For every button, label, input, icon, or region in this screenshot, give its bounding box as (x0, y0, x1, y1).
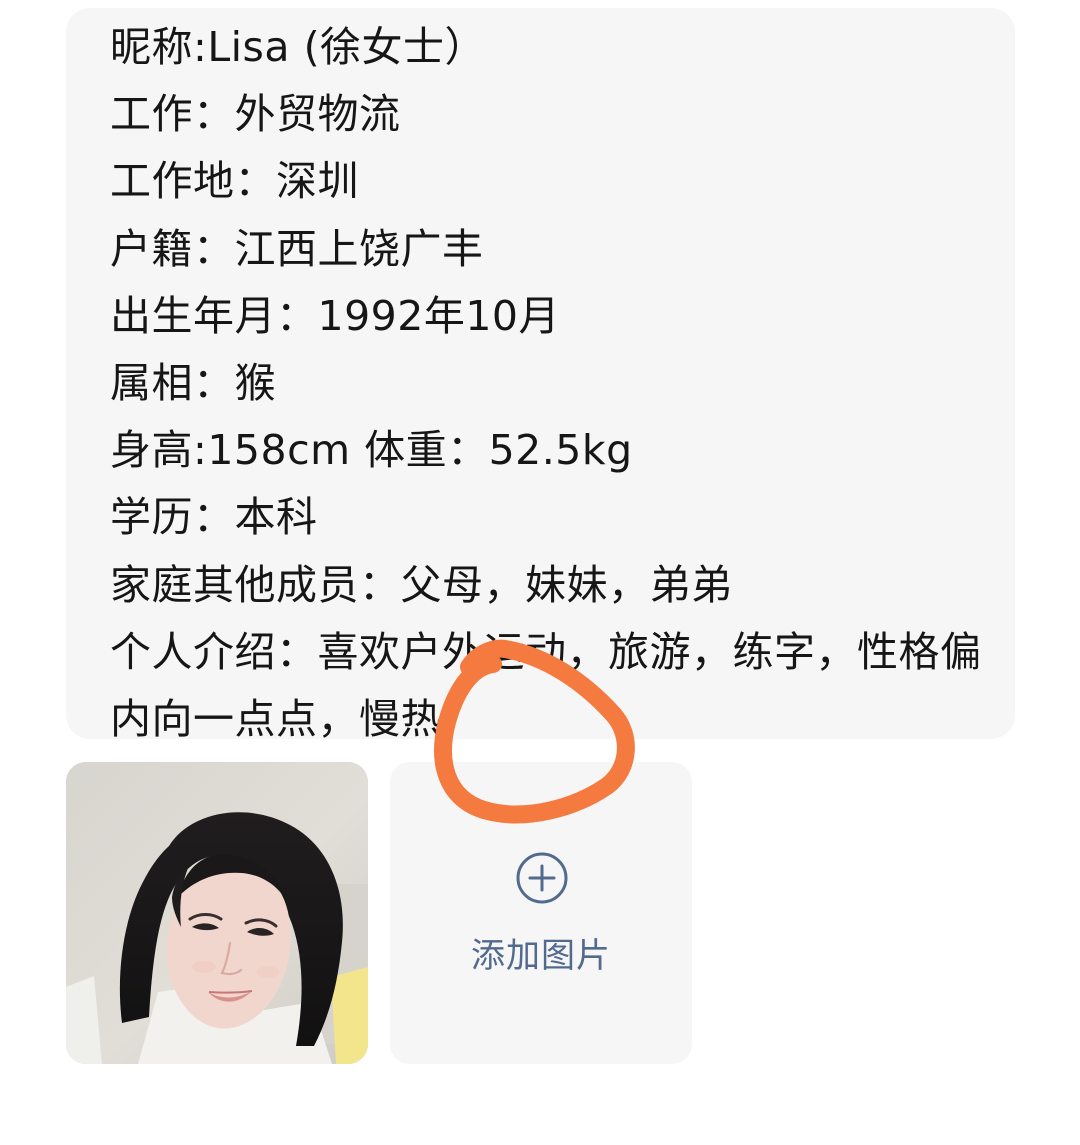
profile-details-text: 昵称:Lisa (徐女士） 工作：外贸物流 工作地：深圳 户籍：江西上饶广丰 出… (110, 23, 982, 739)
profile-photo-image (66, 762, 368, 1064)
profile-text-card[interactable]: 昵称:Lisa (徐女士） 工作：外贸物流 工作地：深圳 户籍：江西上饶广丰 出… (66, 8, 1015, 739)
plus-circle-icon (516, 852, 568, 904)
photo-gallery: 添加图片 (66, 762, 692, 1064)
profile-photo[interactable] (66, 762, 368, 1064)
add-image-label: 添加图片 (471, 936, 611, 976)
add-image-button[interactable]: 添加图片 (390, 762, 692, 1064)
